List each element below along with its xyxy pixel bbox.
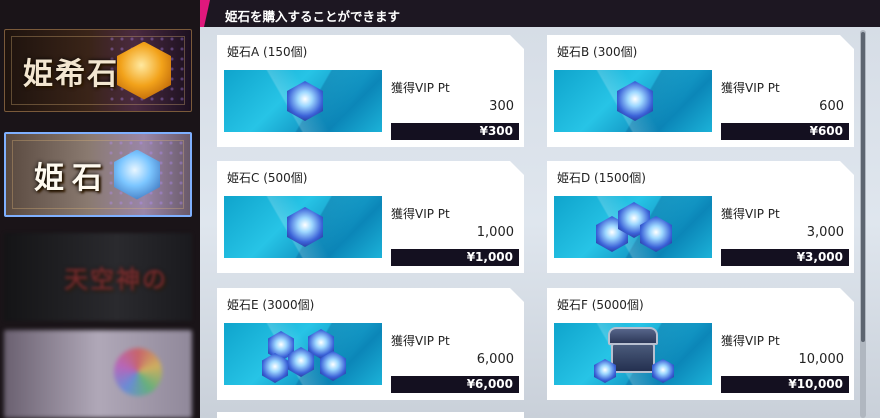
category-sidebar: 姫希石 姫石 天空神の [0,0,200,418]
vip-label: 獲得VIP Pt [721,207,780,221]
price-button[interactable]: ¥10,000 [721,376,849,393]
vip-label: 獲得VIP Pt [721,81,780,95]
vip-value: 1,000 [476,225,514,240]
vip-value: 10,000 [798,352,844,367]
vip-label: 獲得VIP Pt [721,334,780,348]
vip-label: 獲得VIP Pt [391,81,450,95]
product-image [554,196,712,258]
rainbow-orb-icon [114,348,162,396]
category-item-4[interactable] [4,330,192,418]
product-name: 姫石C (500個) [227,171,308,185]
vip-label: 獲得VIP Pt [391,334,450,348]
product-image [554,323,712,385]
vip-label: 獲得VIP Pt [391,207,450,221]
page-title: 姫石を購入することができます [225,9,401,24]
vip-value: 300 [489,99,514,114]
vip-value: 3,000 [806,225,844,240]
header-bar: 姫石を購入することができます [200,0,880,27]
gem-icon [287,81,323,121]
gem-icon [652,359,674,383]
category-hime-kiseki[interactable]: 姫希石 [4,29,192,112]
product-card-a[interactable]: 姫石A (150個) 獲得VIP Pt 300 ¥300 [217,35,524,147]
category-item-3[interactable]: 天空神の [4,233,192,321]
price-button[interactable]: ¥300 [391,123,519,140]
product-name: 姫石F (5000個) [557,298,644,312]
product-name: 姫石E (3000個) [227,298,315,312]
scrollbar-thumb[interactable] [861,32,865,342]
treasure-chest-icon [611,343,655,373]
price-button[interactable]: ¥3,000 [721,249,849,266]
product-card-b[interactable]: 姫石B (300個) 獲得VIP Pt 600 ¥600 [547,35,854,147]
product-card-e[interactable]: 姫石E (3000個) 獲得VIP Pt 6,000 ¥6,000 [217,288,524,400]
product-card-f[interactable]: 姫石F (5000個) 獲得VIP Pt 10,000 ¥10,000 [547,288,854,400]
category-hime-seki-selected[interactable]: 姫石 [4,132,192,217]
product-name: 姫石D (1500個) [557,171,646,185]
price-button[interactable]: ¥1,000 [391,249,519,266]
product-card-partial[interactable] [217,412,524,418]
category-label: 天空神の [64,264,168,294]
category-label: 姫石 [34,160,110,196]
product-image [554,70,712,132]
gem-icon [617,81,653,121]
vip-value: 600 [819,99,844,114]
header-accent [200,0,210,27]
product-name: 姫石A (150個) [227,45,308,59]
product-image [224,196,382,258]
product-image [224,323,382,385]
product-card-d[interactable]: 姫石D (1500個) 獲得VIP Pt 3,000 ¥3,000 [547,161,854,273]
category-label: 姫希石 [23,56,119,92]
product-card-c[interactable]: 姫石C (500個) 獲得VIP Pt 1,000 ¥1,000 [217,161,524,273]
gem-icon [287,207,323,247]
price-button[interactable]: ¥600 [721,123,849,140]
price-button[interactable]: ¥6,000 [391,376,519,393]
product-name: 姫石B (300個) [557,45,638,59]
product-image [224,70,382,132]
vip-value: 6,000 [476,352,514,367]
